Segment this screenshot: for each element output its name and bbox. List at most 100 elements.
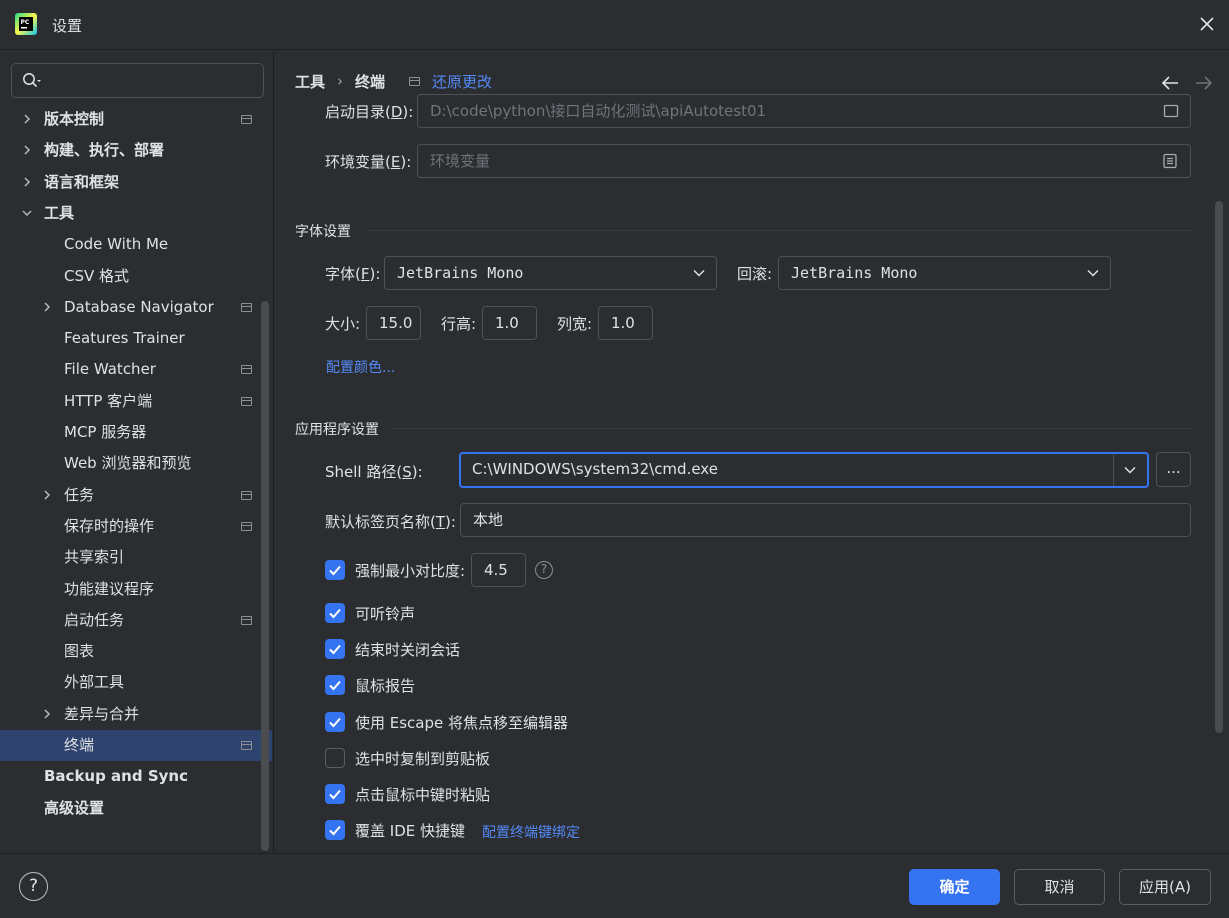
checkbox[interactable]	[325, 639, 345, 659]
project-scope-icon	[241, 397, 252, 406]
sidebar-item[interactable]: 语言和框架	[0, 167, 272, 198]
back-arrow-icon[interactable]	[1161, 75, 1179, 91]
fallback-font-select[interactable]: JetBrains Mono	[778, 256, 1111, 290]
shell-path-label: Shell 路径(S):	[325, 463, 423, 481]
chevron-right-icon[interactable]	[22, 114, 32, 124]
chevron-right-icon[interactable]	[42, 490, 52, 500]
checkbox[interactable]	[325, 603, 345, 623]
settings-search[interactable]	[11, 63, 264, 98]
sidebar-item[interactable]: Web 浏览器和预览	[0, 448, 272, 479]
min-contrast-input[interactable]: 4.5	[471, 553, 526, 587]
checkbox[interactable]	[325, 712, 345, 732]
sidebar-item-label: 差异与合并	[64, 705, 140, 723]
breadcrumb-parent[interactable]: 工具	[295, 71, 325, 92]
checkbox[interactable]	[325, 784, 345, 804]
sidebar-item[interactable]: 启动任务	[0, 605, 272, 636]
default-tab-name-input[interactable]: 本地	[460, 503, 1191, 537]
checkbox-option[interactable]: 鼠标报告	[325, 674, 415, 696]
line-height-input[interactable]: 1.0	[482, 306, 537, 340]
sidebar-item[interactable]: 版本控制	[0, 104, 272, 135]
checkbox-label: 结束时关闭会话	[355, 640, 461, 659]
chevron-down-icon[interactable]	[22, 208, 32, 218]
sidebar-item[interactable]: File Watcher	[0, 354, 272, 385]
sidebar-item-label: 高级设置	[44, 799, 105, 817]
sidebar-item[interactable]: 构建、执行、部署	[0, 135, 272, 166]
checkbox-label: 可听铃声	[355, 604, 416, 623]
sidebar-item[interactable]: Database Navigator	[0, 292, 272, 323]
sidebar-item[interactable]: 外部工具	[0, 667, 272, 698]
env-vars-label: 环境变量(E):	[325, 153, 412, 171]
chevron-right-icon[interactable]	[42, 302, 52, 312]
checkbox-option[interactable]: 可听铃声	[325, 602, 415, 624]
checkbox-option[interactable]: 选中时复制到剪贴板	[325, 747, 490, 769]
sidebar-item[interactable]: 共享索引	[0, 542, 272, 573]
sidebar-item-label: Backup and Sync	[44, 767, 188, 785]
ok-button[interactable]: 确定	[909, 869, 1000, 905]
sidebar-item-label: Database Navigator	[64, 298, 214, 316]
configure-colors-link[interactable]: 配置颜色...	[326, 357, 395, 377]
sidebar-item[interactable]: CSV 格式	[0, 261, 272, 292]
sidebar-item[interactable]: 保存时的操作	[0, 511, 272, 542]
checkbox-option[interactable]: 点击鼠标中键时粘贴	[325, 783, 490, 805]
font-size-input[interactable]: 15.0	[366, 306, 421, 340]
shell-path-input[interactable]: C:\WINDOWS\system32\cmd.exe	[459, 452, 1149, 488]
settings-sidebar: 版本控制 构建、执行、部署 语言和框架 工具 Code With Me CSV 格式 Dat…	[0, 51, 274, 853]
checkbox[interactable]	[325, 820, 345, 840]
reset-changes-link[interactable]: 还原更改	[432, 71, 492, 92]
chevron-down-icon[interactable]	[1124, 466, 1136, 474]
chevron-down-icon[interactable]	[693, 269, 705, 277]
configure-keybindings-link[interactable]: 配置终端键绑定	[482, 822, 580, 842]
sidebar-scrollbar[interactable]	[261, 301, 269, 851]
column-width-input[interactable]: 1.0	[598, 306, 653, 340]
chevron-right-icon[interactable]	[22, 145, 32, 155]
search-icon[interactable]	[22, 72, 42, 90]
close-icon[interactable]	[1197, 14, 1217, 34]
sidebar-item-label: 共享索引	[64, 548, 125, 566]
checkbox[interactable]	[325, 560, 345, 580]
chevron-right-icon[interactable]	[42, 709, 52, 719]
env-vars-input[interactable]: 环境变量	[417, 144, 1191, 178]
help-icon[interactable]: ?	[535, 561, 553, 579]
sidebar-item[interactable]: 差异与合并	[0, 699, 272, 730]
sidebar-item[interactable]: 终端	[0, 730, 272, 761]
project-scope-icon	[241, 303, 252, 312]
checkbox[interactable]	[325, 748, 345, 768]
sidebar-item[interactable]: 功能建议程序	[0, 574, 272, 605]
sidebar-item-label: Code With Me	[64, 235, 169, 253]
min-contrast-option[interactable]: 强制最小对比度:	[325, 559, 465, 581]
font-label: 字体(F):	[325, 265, 381, 283]
sidebar-item[interactable]: Features Trainer	[0, 323, 272, 354]
checkbox-option[interactable]: 结束时关闭会话	[325, 638, 460, 660]
sidebar-item[interactable]: 图表	[0, 636, 272, 667]
checkbox-option[interactable]: 覆盖 IDE 快捷键	[325, 819, 465, 841]
font-select[interactable]: JetBrains Mono	[384, 256, 717, 290]
chevron-down-icon[interactable]	[1087, 269, 1099, 277]
cancel-button[interactable]: 取消	[1014, 869, 1105, 905]
sidebar-item[interactable]: HTTP 客户端	[0, 386, 272, 417]
content-scrollbar[interactable]	[1215, 201, 1223, 733]
checkbox[interactable]	[325, 675, 345, 695]
project-scope-icon	[241, 365, 252, 374]
breadcrumb-separator: ›	[337, 72, 344, 90]
chevron-right-icon[interactable]	[22, 177, 32, 187]
checkmark-icon	[329, 717, 341, 728]
browse-button[interactable]: ...	[1156, 452, 1191, 487]
checkbox-option[interactable]: 使用 Escape 将焦点移至编辑器	[325, 711, 568, 733]
checkbox-label: 选中时复制到剪贴板	[355, 749, 491, 768]
start-dir-input[interactable]: D:\code\python\接口自动化测试\apiAutotest01	[417, 94, 1191, 128]
pycharm-logo-icon: PC	[15, 13, 37, 35]
help-button[interactable]: ?	[19, 872, 48, 901]
folder-icon[interactable]	[1163, 103, 1179, 119]
edit-list-icon[interactable]	[1162, 153, 1178, 169]
sidebar-item[interactable]: Code With Me	[0, 229, 272, 260]
sidebar-item[interactable]: MCP 服务器	[0, 417, 272, 448]
sidebar-item[interactable]: 任务	[0, 480, 272, 511]
sidebar-item[interactable]: 高级设置	[0, 793, 272, 824]
checkmark-icon	[329, 608, 341, 619]
search-input[interactable]	[56, 70, 256, 92]
sidebar-item[interactable]: Backup and Sync	[0, 761, 272, 792]
apply-button[interactable]: 应用(A)	[1119, 869, 1211, 905]
forward-arrow-icon[interactable]	[1195, 75, 1213, 91]
default-tab-label: 默认标签页名称(T):	[325, 513, 456, 531]
sidebar-item[interactable]: 工具	[0, 198, 272, 229]
